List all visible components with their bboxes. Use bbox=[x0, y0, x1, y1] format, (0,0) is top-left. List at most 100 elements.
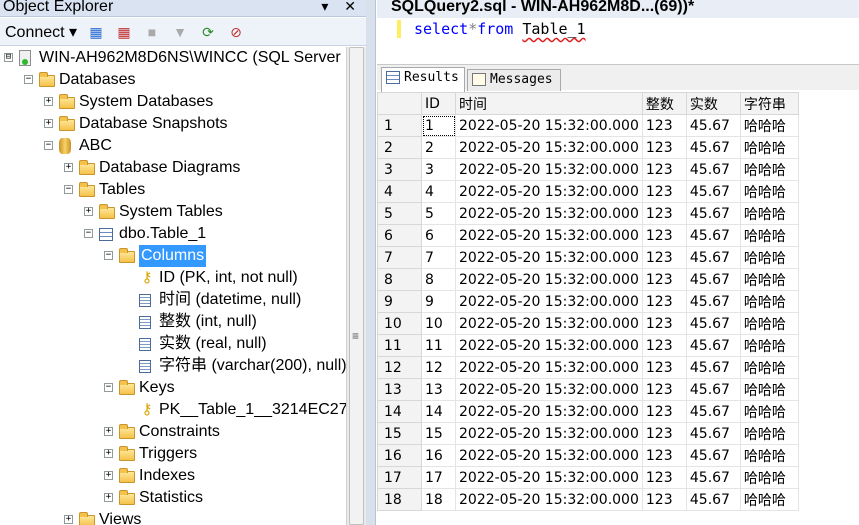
table-row[interactable]: 18 18 2022-05-20 15:32:00.000 123 45.67 哈哈哈 bbox=[377, 488, 799, 511]
table-cell[interactable]: 哈哈哈 bbox=[739, 202, 799, 225]
row-number[interactable]: 18 bbox=[377, 488, 422, 511]
table-row[interactable]: 6 6 2022-05-20 15:32:00.000 123 45.67 哈哈哈 bbox=[377, 224, 799, 247]
table-cell[interactable]: 45.67 bbox=[685, 312, 741, 335]
tree-node[interactable]: − ABC bbox=[0, 135, 346, 157]
table-cell[interactable]: 45.67 bbox=[685, 466, 741, 489]
row-number[interactable]: 5 bbox=[377, 202, 422, 225]
table-cell[interactable]: 2022-05-20 15:32:00.000 bbox=[455, 312, 643, 335]
table-cell[interactable]: 123 bbox=[641, 202, 687, 225]
connect-object-icon[interactable]: ▦ bbox=[86, 23, 106, 41]
panel-splitter[interactable] bbox=[366, 0, 376, 525]
table-cell[interactable]: 123 bbox=[641, 180, 687, 203]
table-cell[interactable]: 14 bbox=[421, 400, 456, 423]
table-cell[interactable]: 45.67 bbox=[685, 180, 741, 203]
table-cell[interactable]: 45.67 bbox=[685, 356, 741, 379]
filter-icon[interactable]: ▼ bbox=[170, 23, 190, 41]
table-cell[interactable]: 1 bbox=[421, 114, 456, 137]
expand-icon[interactable]: + bbox=[44, 97, 53, 106]
table-cell[interactable]: 哈哈哈 bbox=[739, 378, 799, 401]
tree-node[interactable]: 整数 (int, null) bbox=[0, 311, 346, 333]
table-cell[interactable]: 123 bbox=[641, 444, 687, 467]
row-number[interactable]: 16 bbox=[377, 444, 422, 467]
table-cell[interactable]: 123 bbox=[641, 158, 687, 181]
column-header-real[interactable]: 实数 bbox=[685, 92, 741, 115]
table-cell[interactable]: 哈哈哈 bbox=[739, 136, 799, 159]
table-cell[interactable]: 哈哈哈 bbox=[739, 444, 799, 467]
expand-icon[interactable]: + bbox=[104, 427, 113, 436]
connect-button[interactable]: Connect ▾ bbox=[5, 22, 77, 42]
stop-icon[interactable]: ■ bbox=[142, 23, 162, 41]
table-cell[interactable]: 哈哈哈 bbox=[739, 268, 799, 291]
table-cell[interactable]: 45.67 bbox=[685, 378, 741, 401]
tab-results[interactable]: Results bbox=[381, 67, 465, 92]
table-row[interactable]: 14 14 2022-05-20 15:32:00.000 123 45.67 哈哈哈 bbox=[377, 400, 799, 423]
tree-node[interactable]: + Database Snapshots bbox=[0, 113, 346, 135]
collapse-node-icon[interactable]: − bbox=[104, 383, 113, 392]
table-row[interactable]: 8 8 2022-05-20 15:32:00.000 123 45.67 哈哈哈 bbox=[377, 268, 799, 291]
table-cell[interactable]: 2022-05-20 15:32:00.000 bbox=[455, 290, 643, 313]
row-number[interactable]: 13 bbox=[377, 378, 422, 401]
table-cell[interactable]: 哈哈哈 bbox=[739, 422, 799, 445]
table-row[interactable]: 5 5 2022-05-20 15:32:00.000 123 45.67 哈哈哈 bbox=[377, 202, 799, 225]
table-cell[interactable]: 3 bbox=[421, 158, 456, 181]
table-cell[interactable]: 45.67 bbox=[685, 400, 741, 423]
table-row[interactable]: 4 4 2022-05-20 15:32:00.000 123 45.67 哈哈哈 bbox=[377, 180, 799, 203]
table-cell[interactable]: 123 bbox=[641, 312, 687, 335]
column-header-int[interactable]: 整数 bbox=[641, 92, 687, 115]
table-cell[interactable]: 2022-05-20 15:32:00.000 bbox=[455, 444, 643, 467]
collapse-node-icon[interactable]: − bbox=[44, 141, 53, 150]
tree-node[interactable]: − Tables bbox=[0, 179, 346, 201]
sql-code-line[interactable]: select*from Table_1 bbox=[414, 18, 586, 40]
table-cell[interactable]: 45.67 bbox=[685, 444, 741, 467]
table-cell[interactable]: 哈哈哈 bbox=[739, 114, 799, 137]
expand-icon[interactable]: + bbox=[44, 119, 53, 128]
row-number[interactable]: 1 bbox=[377, 114, 422, 137]
table-cell[interactable]: 15 bbox=[421, 422, 456, 445]
table-cell[interactable]: 16 bbox=[421, 444, 456, 467]
row-number[interactable]: 7 bbox=[377, 246, 422, 269]
collapse-icon[interactable]: ⊘ bbox=[226, 23, 246, 41]
table-cell[interactable]: 9 bbox=[421, 290, 456, 313]
table-cell[interactable]: 123 bbox=[641, 378, 687, 401]
table-cell[interactable]: 45.67 bbox=[685, 488, 741, 511]
table-cell[interactable]: 45.67 bbox=[685, 202, 741, 225]
table-row[interactable]: 2 2 2022-05-20 15:32:00.000 123 45.67 哈哈哈 bbox=[377, 136, 799, 159]
table-cell[interactable]: 45.67 bbox=[685, 114, 741, 137]
table-cell[interactable]: 2022-05-20 15:32:00.000 bbox=[455, 246, 643, 269]
table-row[interactable]: 10 10 2022-05-20 15:32:00.000 123 45.67 哈哈哈 bbox=[377, 312, 799, 335]
table-row[interactable]: 15 15 2022-05-20 15:32:00.000 123 45.67 哈哈哈 bbox=[377, 422, 799, 445]
tree-node[interactable]: − Keys bbox=[0, 377, 346, 399]
collapse-node-icon[interactable]: − bbox=[64, 185, 73, 194]
table-cell[interactable]: 123 bbox=[641, 466, 687, 489]
tree-node[interactable]: + System Tables bbox=[0, 201, 346, 223]
tree-node[interactable]: − Databases bbox=[0, 69, 346, 91]
table-cell[interactable]: 2022-05-20 15:32:00.000 bbox=[455, 334, 643, 357]
scrollbar-thumb[interactable]: ≡ bbox=[349, 47, 364, 525]
tree-node[interactable]: 字符串 (varchar(200), null) bbox=[0, 355, 346, 377]
table-cell[interactable]: 13 bbox=[421, 378, 456, 401]
results-grid[interactable]: ID 时间 整数 实数 字符串 1 1 2022-05-20 15:32:00.00… bbox=[377, 92, 859, 525]
row-number-header[interactable] bbox=[377, 92, 422, 115]
table-cell[interactable]: 123 bbox=[641, 114, 687, 137]
table-cell[interactable]: 45.67 bbox=[685, 422, 741, 445]
table-cell[interactable]: 2022-05-20 15:32:00.000 bbox=[455, 180, 643, 203]
table-cell[interactable]: 哈哈哈 bbox=[739, 290, 799, 313]
table-cell[interactable]: 2022-05-20 15:32:00.000 bbox=[455, 224, 643, 247]
row-number[interactable]: 12 bbox=[377, 356, 422, 379]
table-cell[interactable]: 2022-05-20 15:32:00.000 bbox=[455, 136, 643, 159]
row-number[interactable]: 15 bbox=[377, 422, 422, 445]
expand-icon[interactable]: + bbox=[84, 207, 93, 216]
expand-icon[interactable]: + bbox=[64, 163, 73, 172]
tree-node[interactable]: ⚷ ID (PK, int, not null) bbox=[0, 267, 346, 289]
table-cell[interactable]: 123 bbox=[641, 400, 687, 423]
column-header-time[interactable]: 时间 bbox=[455, 92, 643, 115]
table-cell[interactable]: 2022-05-20 15:32:00.000 bbox=[455, 114, 643, 137]
panel-window-buttons[interactable]: ▾ ✕ bbox=[321, 0, 362, 15]
tree-node[interactable]: + Constraints bbox=[0, 421, 346, 443]
tree-node[interactable]: ⊟ WIN-AH962M8D6NS\WINCC (SQL Server bbox=[0, 47, 346, 69]
tree-node[interactable]: + System Databases bbox=[0, 91, 346, 113]
table-cell[interactable]: 2022-05-20 15:32:00.000 bbox=[455, 202, 643, 225]
tree-node[interactable]: 实数 (real, null) bbox=[0, 333, 346, 355]
table-cell[interactable]: 2022-05-20 15:32:00.000 bbox=[455, 378, 643, 401]
row-number[interactable]: 11 bbox=[377, 334, 422, 357]
